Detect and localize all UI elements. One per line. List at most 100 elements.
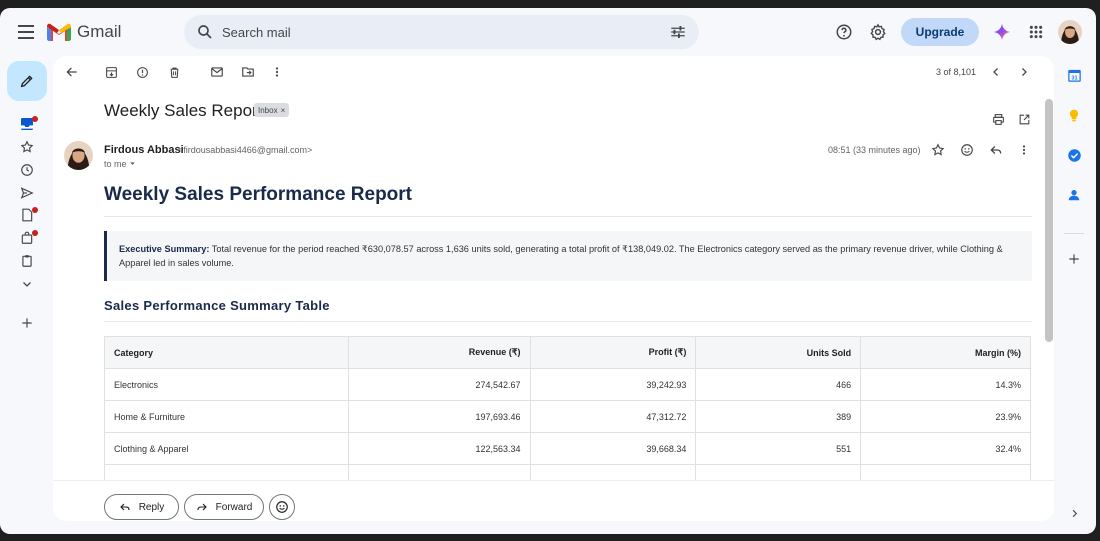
sender-name: Firdous Abbasi	[104, 144, 184, 156]
search-icon[interactable]	[196, 23, 214, 41]
recipient-details[interactable]: to me	[104, 159, 136, 169]
newer-chevron-left-icon[interactable]	[988, 64, 1004, 80]
col-revenue: Revenue (₹)	[347, 336, 531, 369]
keep-bulb-icon[interactable]	[1065, 106, 1083, 124]
print-icon[interactable]	[990, 111, 1006, 127]
col-units-sold: Units Sold	[695, 336, 862, 369]
gmail-m-icon	[47, 23, 71, 41]
email-toolbar: 3 of 8,101	[53, 56, 1054, 88]
contacts-person-icon[interactable]	[1065, 186, 1083, 204]
email-subject: Weekly Sales Report	[104, 101, 263, 120]
col-profit: Profit (₹)	[529, 336, 697, 369]
table-row: Electronics 274,542.67 39,242.93 466 14.…	[104, 368, 1031, 401]
back-arrow-icon[interactable]	[64, 64, 80, 80]
more-chevron-down-icon[interactable]	[17, 274, 37, 294]
sender-email: <firdousabbasi4466@gmail.com>	[178, 145, 313, 155]
show-side-panel-chevron-icon[interactable]	[1065, 504, 1083, 522]
search-bar[interactable]	[184, 15, 699, 49]
svg-text:31: 31	[1071, 75, 1077, 81]
reply-label: Reply	[138, 501, 165, 513]
apps-grid-icon[interactable]	[1024, 20, 1048, 44]
report-spam-icon[interactable]	[134, 64, 150, 80]
drafts-dot	[32, 207, 38, 213]
cell-margin: 23.9%	[860, 400, 1031, 433]
cell-profit: 39,242.93	[529, 368, 697, 401]
details-caret-down-icon[interactable]	[129, 160, 136, 167]
more-options-vertical-icon[interactable]	[269, 64, 285, 80]
purchases-dot	[32, 230, 38, 236]
exec-summary-label: Executive Summary:	[119, 244, 210, 254]
older-chevron-right-icon[interactable]	[1016, 64, 1032, 80]
right-rail-divider	[1064, 233, 1084, 234]
star-icon[interactable]	[930, 142, 946, 158]
col-category: Category	[104, 336, 349, 369]
inbox-label-chip[interactable]: Inbox ×	[254, 103, 290, 117]
table-row: Clothing & Apparel 122,563.34 39,668.34 …	[104, 432, 1031, 465]
account-avatar[interactable]	[1058, 20, 1082, 44]
archive-icon[interactable]	[103, 64, 119, 80]
gmail-window: Gmail Upgrade	[0, 8, 1096, 534]
emoji-icon	[276, 501, 288, 513]
add-reaction-emoji-icon[interactable]	[959, 142, 975, 158]
sent-icon[interactable]	[17, 183, 37, 203]
forward-icon	[197, 503, 207, 511]
compose-button[interactable]	[7, 61, 47, 101]
email-timestamp: 08:51 (33 minutes ago)	[828, 145, 921, 155]
tasks-check-icon[interactable]	[1065, 146, 1083, 164]
cell-profit: 47,312.72	[529, 400, 697, 433]
get-addons-plus-icon[interactable]	[1065, 250, 1083, 268]
cell-category: Electronics	[104, 368, 349, 401]
forward-label: Forward	[215, 501, 253, 513]
create-label-plus-icon[interactable]	[17, 313, 37, 333]
clipboard-icon[interactable]	[17, 251, 37, 271]
calendar-icon[interactable]: 31	[1065, 66, 1083, 84]
mark-unread-icon[interactable]	[209, 64, 225, 80]
upgrade-button[interactable]: Upgrade	[901, 18, 979, 46]
cell-units: 551	[695, 432, 862, 465]
main-menu-icon[interactable]	[14, 20, 38, 44]
reply-button[interactable]: Reply	[104, 494, 179, 520]
gemini-sparkle-icon[interactable]	[990, 20, 1014, 44]
reply-arrow-icon[interactable]	[988, 142, 1004, 158]
help-icon[interactable]	[832, 20, 856, 44]
inbox-unread-dot	[32, 116, 38, 122]
recipient-text: to me	[104, 159, 127, 169]
settings-gear-icon[interactable]	[866, 20, 890, 44]
email-view: 3 of 8,101 Weekly Sales Report Inbox × F…	[53, 56, 1054, 521]
cell-margin: 14.3%	[860, 368, 1031, 401]
search-options-icon[interactable]	[669, 23, 687, 41]
email-scrollbar[interactable]	[1045, 99, 1053, 342]
cell-units: 389	[695, 400, 862, 433]
message-more-options-icon[interactable]	[1016, 142, 1032, 158]
search-input[interactable]	[222, 21, 642, 43]
cell-revenue: 274,542.67	[347, 368, 531, 401]
app-name: Gmail	[77, 22, 122, 41]
sales-summary-table: Category Revenue (₹) Profit (₹) Units So…	[104, 336, 1031, 497]
snoozed-clock-icon[interactable]	[17, 160, 37, 180]
delete-trash-icon[interactable]	[166, 64, 182, 80]
top-bar: Gmail Upgrade	[0, 8, 1096, 56]
starred-icon[interactable]	[17, 137, 37, 157]
email-body: Weekly Sales Performance Report Executiv…	[104, 184, 1032, 497]
exec-summary-text: Total revenue for the period reached ₹63…	[119, 244, 1003, 268]
label-chip-text: Inbox	[258, 105, 278, 115]
cell-revenue: 122,563.34	[347, 432, 531, 465]
react-emoji-button[interactable]	[269, 494, 295, 520]
table-header-row: Category Revenue (₹) Profit (₹) Units So…	[104, 336, 1031, 369]
reply-actions: Reply Forward	[53, 480, 1054, 521]
forward-button[interactable]: Forward	[184, 494, 264, 520]
gmail-logo[interactable]: Gmail	[47, 22, 121, 42]
reply-icon	[119, 503, 130, 511]
cell-profit: 39,668.34	[529, 432, 697, 465]
cell-category: Clothing & Apparel	[104, 432, 349, 465]
table-title: Sales Performance Summary Table	[104, 298, 1032, 322]
open-in-new-window-icon[interactable]	[1016, 111, 1032, 127]
remove-label-close-icon[interactable]: ×	[281, 106, 286, 115]
pagination-count: 3 of 8,101	[936, 67, 977, 77]
sender-avatar[interactable]	[64, 141, 93, 170]
report-title: Weekly Sales Performance Report	[104, 184, 1032, 217]
cell-units: 466	[695, 368, 862, 401]
table-row: Home & Furniture 197,693.46 47,312.72 38…	[104, 400, 1031, 433]
cell-category: Home & Furniture	[104, 400, 349, 433]
move-to-folder-icon[interactable]	[240, 64, 256, 80]
